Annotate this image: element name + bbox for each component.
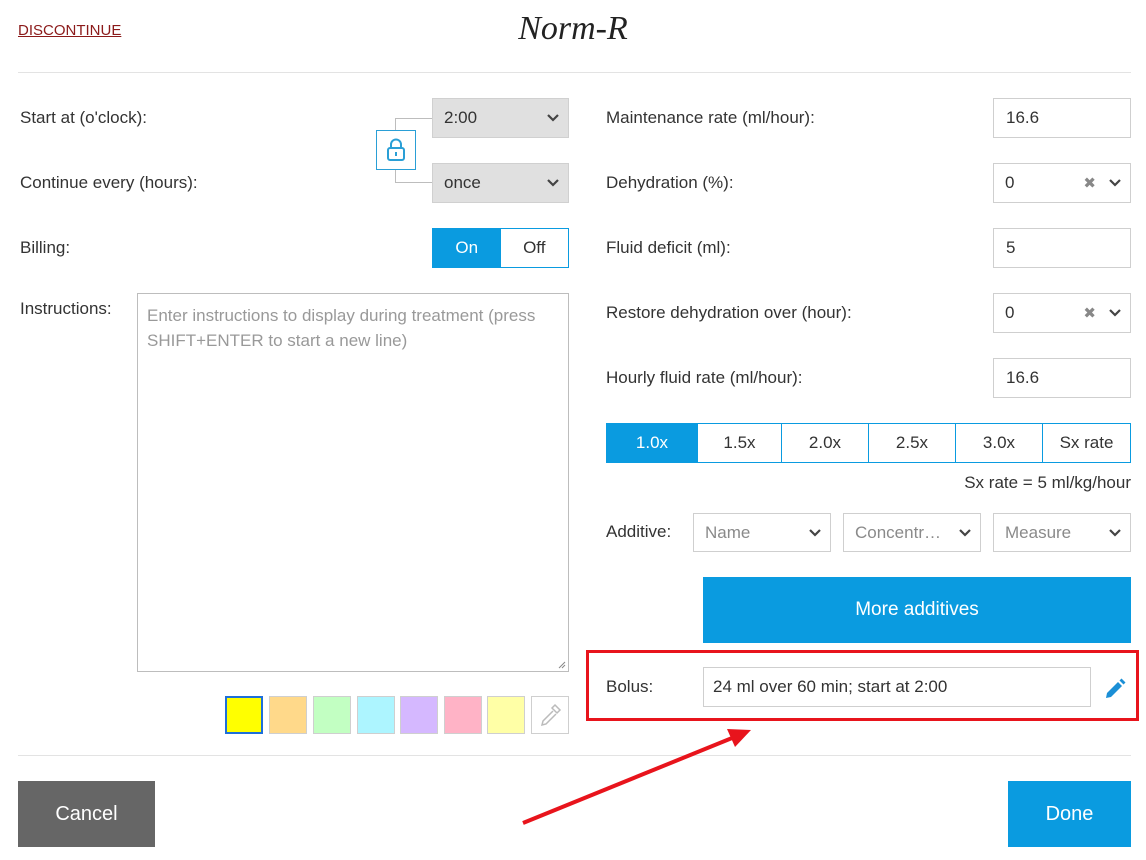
pencil-icon[interactable] — [1103, 677, 1127, 701]
billing-label: Billing: — [20, 238, 71, 257]
lock-button[interactable] — [376, 130, 416, 170]
color-swatch[interactable] — [357, 696, 395, 734]
additive-measure-placeholder: Measure — [1005, 522, 1072, 542]
chevron-down-icon — [547, 179, 559, 187]
hourly-fluid-rate-label: Hourly fluid rate (ml/hour): — [606, 368, 803, 387]
continue-every-select[interactable]: once — [432, 163, 569, 203]
clear-icon[interactable]: ✖ — [1083, 174, 1096, 192]
link-bracket-bottom — [395, 170, 432, 183]
color-swatch[interactable] — [444, 696, 482, 734]
start-at-label: Start at (o'clock): — [20, 108, 148, 127]
cancel-button[interactable]: Cancel — [18, 781, 155, 847]
chevron-down-icon — [809, 528, 821, 537]
bolus-input[interactable]: 24 ml over 60 min; start at 2:00 — [703, 667, 1091, 707]
lock-icon — [387, 138, 405, 161]
maintenance-rate-label: Maintenance rate (ml/hour): — [606, 108, 815, 127]
additive-concentration-select[interactable]: Concentr… — [843, 513, 981, 552]
additive-label: Additive: — [606, 522, 672, 541]
annotation-arrow — [522, 729, 751, 825]
dehydration-select[interactable]: 0 ✖ — [993, 163, 1131, 203]
fluid-deficit-value: 5 — [1006, 238, 1016, 257]
billing-on-button[interactable]: On — [433, 229, 501, 267]
chevron-down-icon — [1109, 528, 1121, 537]
link-bracket-top — [395, 118, 432, 130]
instructions-label: Instructions: — [20, 299, 112, 318]
rate-option-2-5x[interactable]: 2.5x — [869, 424, 956, 462]
start-at-select[interactable]: 2:00 — [432, 98, 569, 138]
color-swatch[interactable] — [269, 696, 307, 734]
fluid-deficit-input[interactable]: 5 — [993, 228, 1131, 268]
dehydration-value: 0 — [1005, 173, 1015, 192]
fluid-deficit-label: Fluid deficit (ml): — [606, 238, 731, 257]
hourly-fluid-rate-value: 16.6 — [1006, 368, 1040, 387]
rate-option-2-0x[interactable]: 2.0x — [782, 424, 869, 462]
header-divider — [18, 72, 1131, 73]
rate-option-sx-rate[interactable]: Sx rate — [1043, 424, 1130, 462]
bolus-label: Bolus: — [606, 677, 654, 696]
continue-every-value: once — [444, 173, 481, 192]
restore-dehydration-select[interactable]: 0 ✖ — [993, 293, 1131, 333]
billing-toggle: On Off — [432, 228, 569, 268]
additive-name-select[interactable]: Name — [693, 513, 831, 552]
instructions-placeholder: Enter instructions to display during tre… — [147, 306, 536, 350]
color-swatch[interactable] — [400, 696, 438, 734]
rate-option-1-0x[interactable]: 1.0x — [607, 424, 698, 462]
chevron-down-icon — [1109, 179, 1121, 187]
resize-grip-icon[interactable] — [556, 659, 566, 669]
instructions-textarea[interactable]: Enter instructions to display during tre… — [137, 293, 569, 672]
billing-off-button[interactable]: Off — [500, 229, 568, 267]
continue-every-label: Continue every (hours): — [20, 173, 198, 192]
bolus-value: 24 ml over 60 min; start at 2:00 — [713, 677, 948, 696]
done-button[interactable]: Done — [1008, 781, 1131, 847]
clear-icon[interactable]: ✖ — [1083, 304, 1096, 322]
sx-rate-text: Sx rate = 5 ml/kg/hour — [964, 473, 1131, 492]
page-title: Norm-R — [518, 10, 628, 47]
rate-option-3-0x[interactable]: 3.0x — [956, 424, 1043, 462]
restore-dehydration-value: 0 — [1005, 303, 1015, 322]
maintenance-rate-value: 16.6 — [1006, 108, 1040, 127]
additive-measure-select[interactable]: Measure — [993, 513, 1131, 552]
color-swatch[interactable] — [225, 696, 263, 734]
chevron-down-icon — [959, 528, 971, 537]
hourly-fluid-rate-input[interactable]: 16.6 — [993, 358, 1131, 398]
start-at-value: 2:00 — [444, 108, 478, 127]
restore-dehydration-label: Restore dehydration over (hour): — [606, 303, 852, 322]
chevron-down-icon — [547, 114, 559, 122]
additive-concentration-placeholder: Concentr… — [855, 522, 941, 542]
additive-name-placeholder: Name — [705, 522, 751, 542]
rate-option-1-5x[interactable]: 1.5x — [698, 424, 782, 462]
chevron-down-icon — [1109, 309, 1121, 317]
more-additives-button[interactable]: More additives — [703, 577, 1131, 643]
maintenance-rate-input[interactable]: 16.6 — [993, 98, 1131, 138]
dehydration-label: Dehydration (%): — [606, 173, 734, 192]
color-swatch[interactable] — [313, 696, 351, 734]
rate-multiplier-group: 1.0x 1.5x 2.0x 2.5x 3.0x Sx rate — [606, 423, 1131, 463]
